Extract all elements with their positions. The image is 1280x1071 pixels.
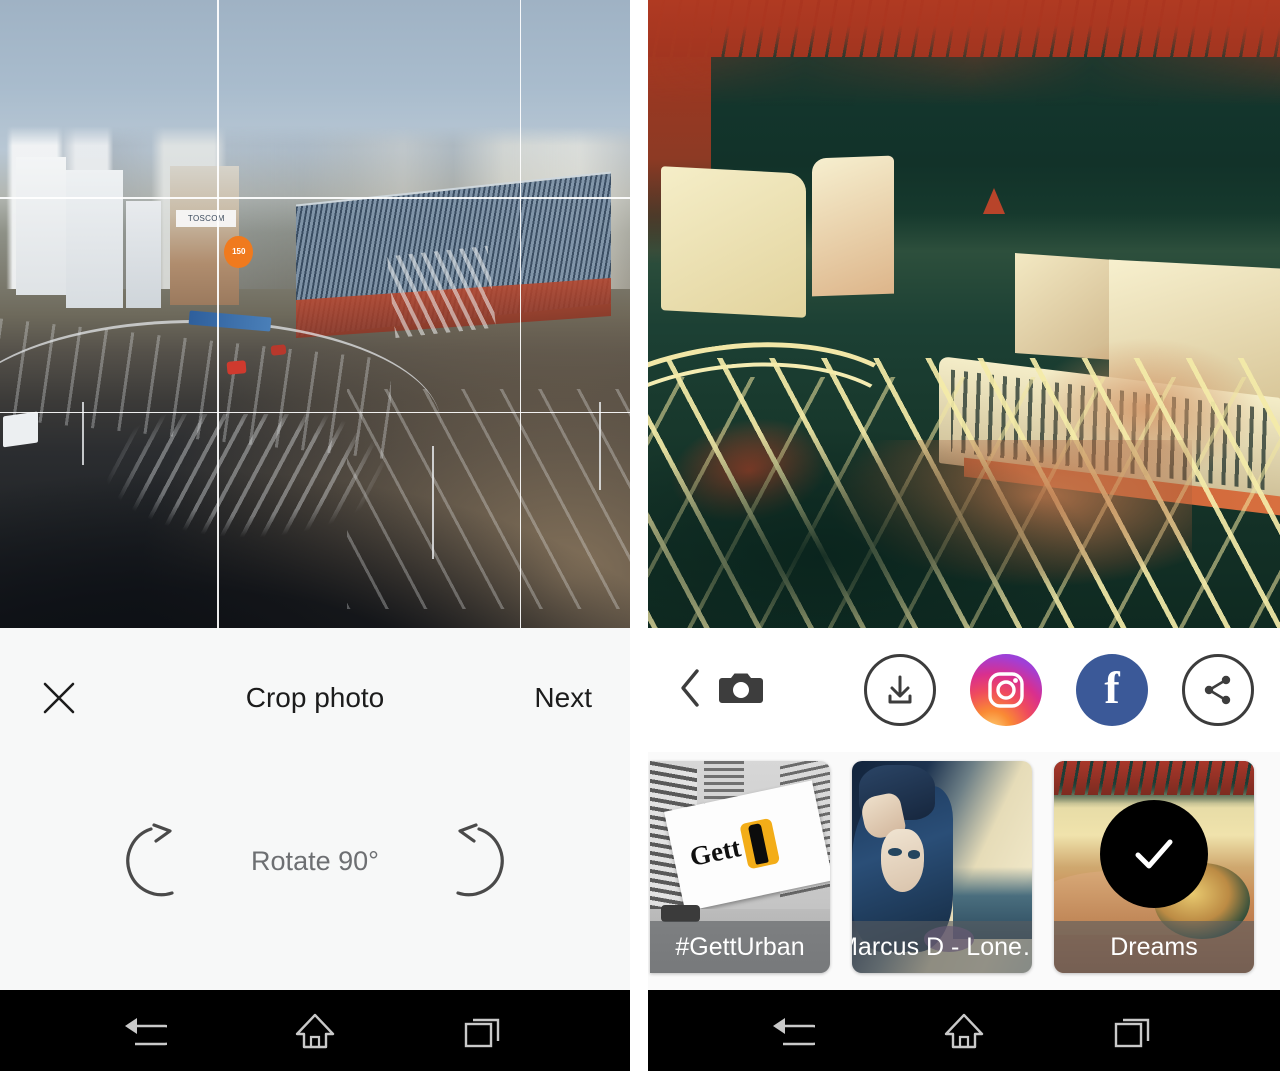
dual-screenshot-composite: TOSCOM 150 Crop photo Next Rotate 90° f … xyxy=(0,0,1280,1071)
recent-apps-icon[interactable] xyxy=(1098,1005,1172,1057)
left-phone-screen: TOSCOM 150 Crop photo Next Rotate 90° xyxy=(0,0,630,1071)
crop-toolbar: Crop photo Next xyxy=(0,628,630,767)
rotate-counterclockwise-icon[interactable] xyxy=(433,816,525,908)
android-navigation-bar-right xyxy=(648,990,1280,1071)
camera-icon[interactable] xyxy=(718,669,764,712)
filter-card-marcus-d[interactable]: Marcus D - Lone… xyxy=(852,761,1032,973)
facebook-icon[interactable]: f xyxy=(1076,654,1148,726)
panel-divider xyxy=(630,0,648,1071)
recent-apps-icon[interactable] xyxy=(448,1005,522,1057)
filter-label: Dreams xyxy=(1054,921,1254,973)
chevron-left-icon[interactable] xyxy=(676,666,704,715)
rotate-clockwise-icon[interactable] xyxy=(105,816,197,908)
source-photo: TOSCOM 150 xyxy=(0,0,630,628)
instagram-icon[interactable] xyxy=(970,654,1042,726)
facebook-glyph: f xyxy=(1104,662,1120,713)
rotate-label: Rotate 90° xyxy=(251,846,379,876)
home-icon[interactable] xyxy=(278,1005,352,1057)
rotate-controls: Rotate 90° xyxy=(0,767,630,990)
filter-card-gett-urban[interactable]: Gett #GettUrban xyxy=(650,761,830,973)
filter-thumbnail-strip[interactable]: Gett #GettUrban arcus D - Lone Dreams xyxy=(648,752,1280,990)
filter-card-dreams[interactable]: Dreams xyxy=(1054,761,1254,973)
share-icon[interactable] xyxy=(1182,654,1254,726)
back-arrow-icon[interactable] xyxy=(756,1005,830,1057)
share-toolbar: f xyxy=(648,628,1280,752)
back-to-camera-control[interactable] xyxy=(676,666,764,715)
back-arrow-icon[interactable] xyxy=(108,1005,182,1057)
home-icon[interactable] xyxy=(927,1005,1001,1057)
filter-label: #GettUrban xyxy=(650,921,830,973)
android-navigation-bar-left xyxy=(0,990,630,1071)
download-icon[interactable] xyxy=(864,654,936,726)
close-icon[interactable] xyxy=(38,677,80,719)
right-phone-screen: f Gett #GettUrban arcus D - Lone Dreams xyxy=(648,0,1280,1071)
share-action-buttons: f xyxy=(864,654,1258,726)
filter-label: Marcus D - Lone… xyxy=(852,921,1032,973)
check-icon xyxy=(1100,800,1208,909)
next-button[interactable]: Next xyxy=(534,682,592,714)
styled-result-image[interactable] xyxy=(648,0,1280,628)
styled-photo xyxy=(648,0,1280,628)
crop-photo-viewport[interactable]: TOSCOM 150 xyxy=(0,0,630,628)
